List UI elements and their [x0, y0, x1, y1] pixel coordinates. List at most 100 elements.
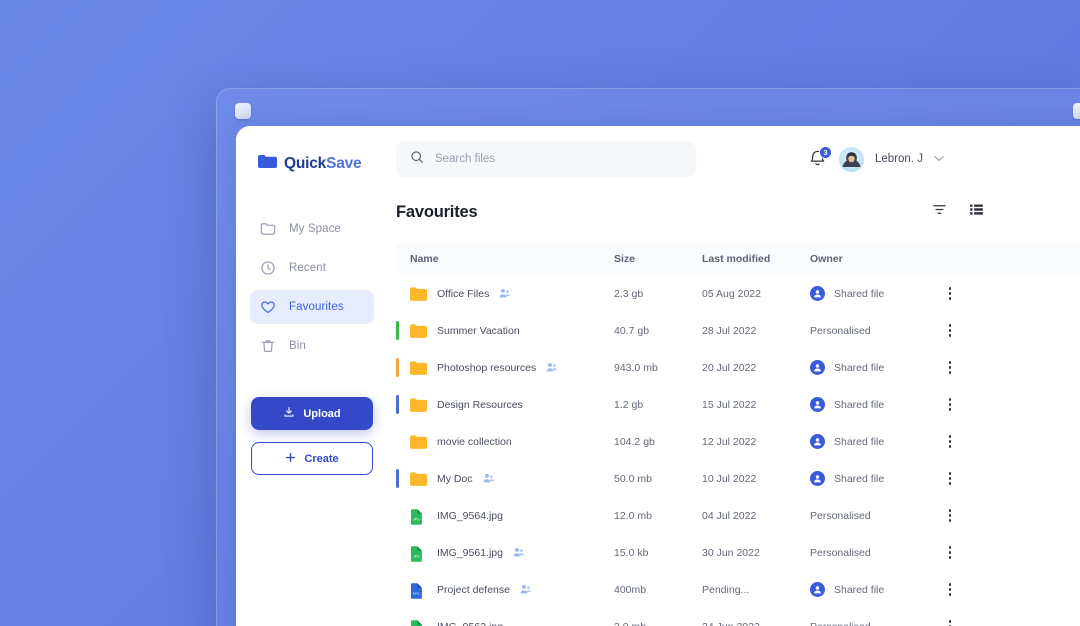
table-row[interactable]: Design Resources1.2 gb15 Jul 2022Shared … [396, 386, 1080, 423]
window-control-left-button[interactable] [235, 103, 251, 119]
shared-badge-icon [499, 288, 510, 299]
shared-badge-icon [546, 362, 557, 373]
create-button[interactable]: Create [251, 442, 373, 475]
row-actions-button[interactable] [930, 361, 970, 373]
brand-logo[interactable]: QuickSave [258, 154, 374, 174]
upload-button[interactable]: Upload [251, 397, 373, 430]
table-row[interactable]: DOCProject defense400mbPending... Shared … [396, 571, 1080, 608]
cell-last-modified: 20 Jul 2022 [702, 362, 810, 374]
table-row[interactable]: JPGIMG_9561.jpg15.0 kb30 Jun 2022Persona… [396, 534, 1080, 571]
sidebar-actions: Upload Create [250, 397, 374, 475]
cell-actions [930, 361, 970, 373]
table-row[interactable]: JPGIMG_9564.jpg12.0 mb04 Jul 2022Persona… [396, 497, 1080, 534]
cell-actions [930, 435, 970, 447]
jpg-file-icon: JPG [410, 620, 427, 626]
folder-icon [410, 435, 427, 449]
owner-label: Personalised [810, 547, 871, 559]
row-actions-button[interactable] [930, 324, 970, 336]
cell-size: 2.3 gb [614, 288, 702, 300]
column-header-name[interactable]: Name [396, 253, 614, 265]
cell-name: My Doc [396, 472, 614, 486]
table-row[interactable]: My Doc50.0 mb10 Jul 2022Shared file [396, 460, 1080, 497]
column-header-size[interactable]: Size [614, 253, 702, 265]
row-actions-button[interactable] [930, 509, 970, 521]
sidebar-item-recent[interactable]: Recent [250, 251, 374, 285]
cell-last-modified: 28 Jul 2022 [702, 325, 810, 337]
window-control-right-button[interactable] [1073, 103, 1080, 119]
owner-avatar-icon [810, 397, 825, 412]
cell-last-modified: Pending... [702, 584, 810, 596]
quicksave-app: QuickSave My Space Recent [236, 126, 1080, 626]
table-row[interactable]: movie collection104.2 gb12 Jul 2022Share… [396, 423, 1080, 460]
upload-icon [283, 406, 295, 421]
sidebar-item-bin[interactable]: Bin [250, 329, 374, 363]
create-label: Create [304, 453, 338, 465]
topbar-right: 3 Lebron. J [808, 147, 944, 172]
search-icon [410, 150, 424, 169]
user-name: Lebron. J [875, 153, 923, 165]
brand-name-secondary: Save [326, 155, 361, 172]
cell-name: DOCProject defense [396, 583, 614, 597]
search-input[interactable]: Search files [396, 141, 696, 177]
file-name-label: Design Resources [437, 399, 523, 411]
row-actions-button[interactable] [930, 472, 970, 484]
chevron-down-icon[interactable] [934, 154, 944, 165]
row-actions-button[interactable] [930, 398, 970, 410]
notifications-button[interactable]: 3 [808, 148, 828, 170]
avatar[interactable] [839, 147, 864, 172]
table-row[interactable]: Photoshop resources943.0 mb20 Jul 2022Sh… [396, 349, 1080, 386]
cell-owner: Shared file [810, 397, 930, 412]
heart-icon [260, 299, 276, 315]
cell-actions [930, 583, 970, 595]
owner-label: Shared file [834, 584, 884, 596]
row-actions-button[interactable] [930, 287, 970, 299]
cell-last-modified: 04 Jul 2022 [702, 510, 810, 522]
owner-avatar-icon [810, 286, 825, 301]
folder-icon [410, 472, 427, 486]
owner-avatar-icon [810, 434, 825, 449]
column-header-owner[interactable]: Owner [810, 253, 930, 265]
owner-avatar-icon [810, 360, 825, 375]
cell-size: 400mb [614, 584, 702, 596]
owner-label: Shared file [834, 399, 884, 411]
row-actions-button[interactable] [930, 583, 970, 595]
filter-icon[interactable] [932, 202, 947, 222]
row-actions-button[interactable] [930, 620, 970, 626]
cell-size: 50.0 mb [614, 473, 702, 485]
row-color-flag [396, 358, 399, 377]
owner-label: Personalised [810, 510, 871, 522]
folder-icon [410, 398, 427, 412]
table-row[interactable]: Summer Vacation40.7 gb28 Jul 2022Persona… [396, 312, 1080, 349]
cell-name: Summer Vacation [396, 324, 614, 338]
sidebar-item-label: Bin [289, 340, 306, 352]
file-name-label: IMG_9561.jpg [437, 547, 503, 559]
column-header-last-modified[interactable]: Last modified [702, 253, 810, 265]
cell-actions [930, 287, 970, 299]
main-area: Search files 3 [388, 126, 1080, 626]
cell-size: 104.2 gb [614, 436, 702, 448]
owner-label: Shared file [834, 473, 884, 485]
cell-name: Photoshop resources [396, 361, 614, 375]
table-row[interactable]: Office Files2.3 gb05 Aug 2022Shared file [396, 275, 1080, 312]
sidebar-item-favourites[interactable]: Favourites [250, 290, 374, 324]
cell-size: 3.0 mb [614, 621, 702, 626]
sidebar-nav: My Space Recent Favourites [250, 212, 374, 363]
cell-actions [930, 324, 970, 336]
page-title: Favourites [396, 203, 477, 222]
upload-label: Upload [303, 408, 340, 420]
sidebar-item-my-space[interactable]: My Space [250, 212, 374, 246]
table-body: Office Files2.3 gb05 Aug 2022Shared file… [396, 275, 1080, 626]
jpg-file-icon: JPG [410, 509, 427, 523]
cell-owner: Personalised [810, 510, 930, 522]
sidebar: QuickSave My Space Recent [236, 126, 388, 626]
brand-name-primary: Quick [284, 155, 326, 172]
owner-label: Shared file [834, 362, 884, 374]
table-header: Name Size Last modified Owner [396, 243, 1080, 275]
list-view-icon[interactable] [969, 202, 984, 222]
row-actions-button[interactable] [930, 546, 970, 558]
row-actions-button[interactable] [930, 435, 970, 447]
file-name-label: Photoshop resources [437, 362, 536, 374]
table-row[interactable]: JPGIMG_9562.jpg3.0 mb24 Jun 2022Personal… [396, 608, 1080, 626]
folder-icon [260, 221, 276, 237]
sidebar-item-label: Favourites [289, 301, 344, 313]
